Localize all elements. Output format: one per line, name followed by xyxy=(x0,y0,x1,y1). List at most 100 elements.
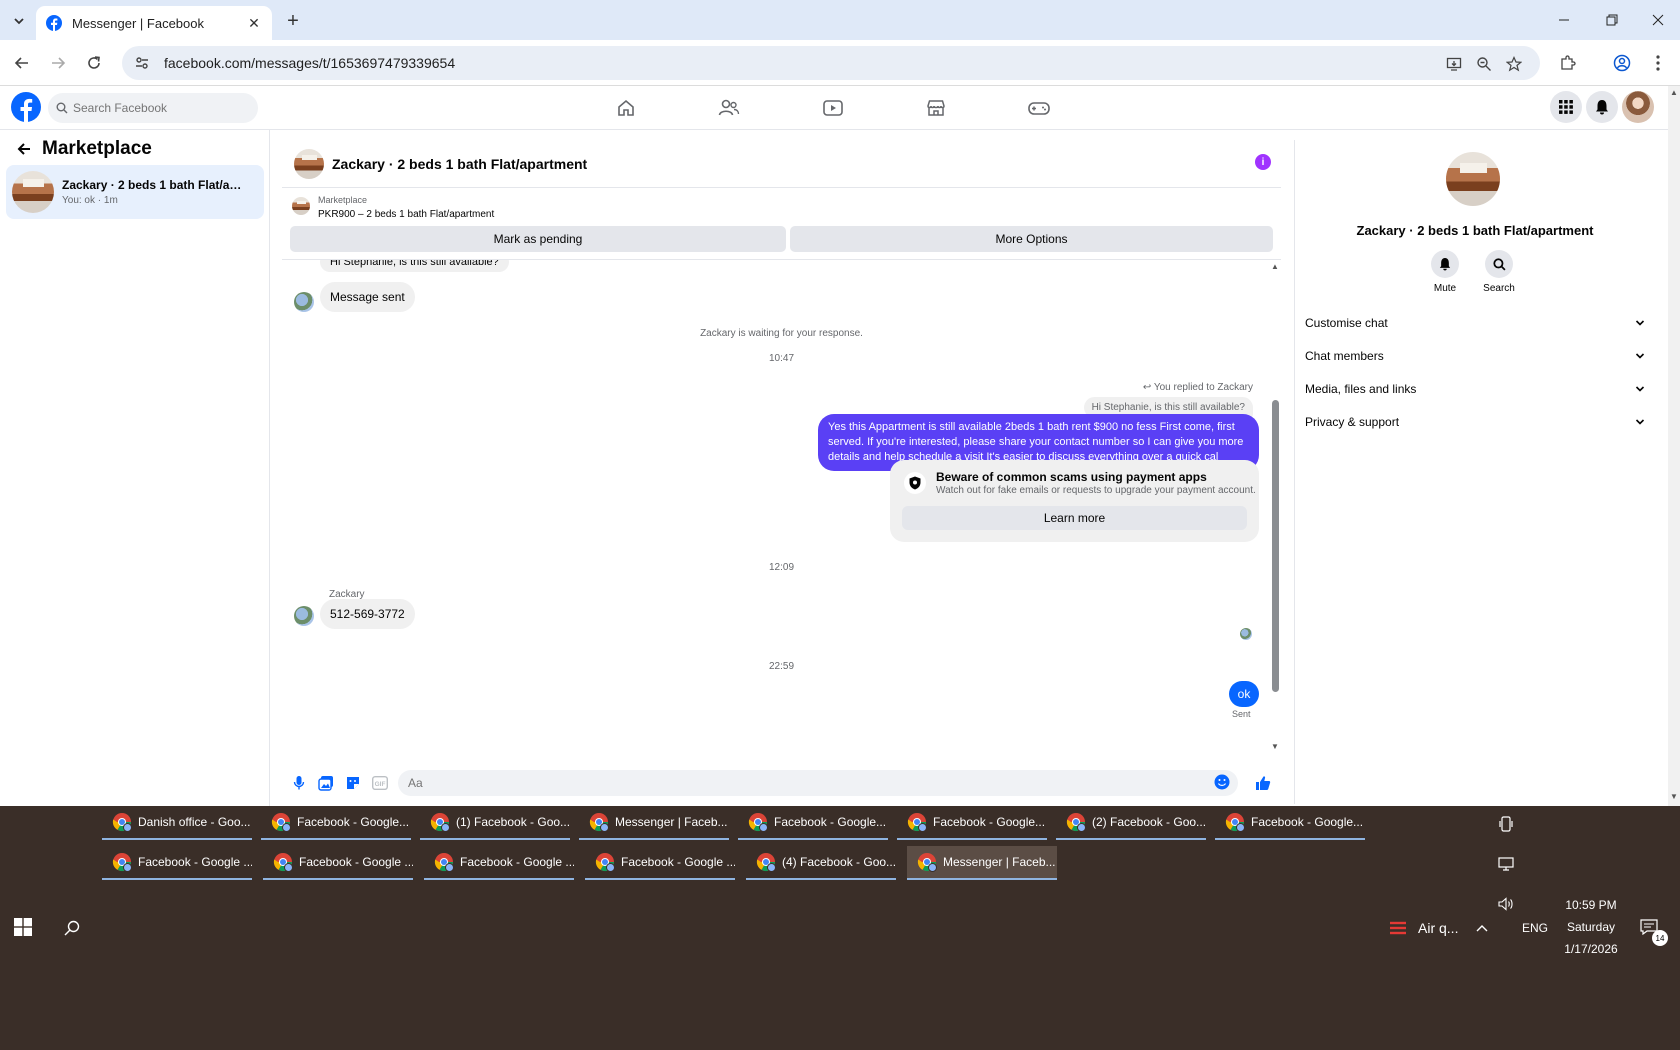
reply-note: ↩ You replied to Zackary xyxy=(1142,382,1253,393)
gaming-icon[interactable] xyxy=(1026,96,1052,120)
chevron-up-icon[interactable] xyxy=(1474,918,1490,938)
bookmark-star-icon[interactable] xyxy=(1504,54,1524,74)
scrollbar-thumb[interactable] xyxy=(1272,400,1279,692)
back-arrow-icon[interactable] xyxy=(10,51,34,75)
thumbs-up-icon[interactable] xyxy=(1253,774,1273,792)
system-clock[interactable]: 10:59 PM Saturday 1/17/2026 xyxy=(1526,894,1656,960)
marketplace-header: Marketplace xyxy=(14,138,152,160)
address-bar[interactable]: facebook.com/messages/t/1653697479339654 xyxy=(122,46,1540,80)
facebook-favicon-icon xyxy=(46,15,62,31)
facebook-search-box[interactable] xyxy=(48,93,258,123)
taskbar-window-item[interactable]: Facebook - Google ... xyxy=(263,846,413,880)
taskbar-window-item[interactable]: Facebook - Google ... xyxy=(102,846,252,880)
search-conversation-button[interactable]: Search xyxy=(1479,250,1519,294)
taskbar-window-item[interactable]: Facebook - Google... xyxy=(738,806,888,840)
video-icon[interactable] xyxy=(820,96,846,120)
facebook-logo-icon[interactable] xyxy=(11,92,41,122)
browser-menu-icon[interactable] xyxy=(1646,51,1670,75)
learn-more-button[interactable]: Learn more xyxy=(902,506,1247,530)
site-settings-icon[interactable] xyxy=(132,53,152,73)
chat-members-section[interactable]: Chat members xyxy=(1305,343,1645,369)
taskbar-window-item[interactable]: Facebook - Google... xyxy=(1215,806,1365,840)
scroll-up-icon[interactable]: ▲ xyxy=(1271,262,1279,271)
desktop-icon[interactable] xyxy=(1496,854,1516,874)
shield-icon xyxy=(904,472,926,494)
facebook-search-input[interactable] xyxy=(73,101,243,115)
taskbar-window-item[interactable]: (1) Facebook - Goo... xyxy=(420,806,570,840)
reply-arrow-icon: ↩ xyxy=(1142,382,1154,393)
weather-text[interactable]: Air q... xyxy=(1418,918,1458,938)
device-icon[interactable] xyxy=(1496,814,1516,834)
info-icon[interactable]: i xyxy=(1255,154,1271,170)
sender-avatar[interactable] xyxy=(294,292,314,312)
restore-button[interactable] xyxy=(1592,8,1632,32)
media-files-links-section[interactable]: Media, files and links xyxy=(1305,376,1645,402)
new-tab-button[interactable]: + xyxy=(282,10,304,32)
taskbar-window-item[interactable]: (4) Facebook - Goo... xyxy=(746,846,896,880)
volume-icon[interactable] xyxy=(1496,894,1516,914)
home-icon[interactable] xyxy=(613,96,639,120)
taskbar-window-item[interactable]: Danish office - Goo... xyxy=(102,806,252,840)
chat-title[interactable]: Zackary · 2 beds 1 bath Flat/apartment xyxy=(332,156,587,172)
sticker-icon[interactable] xyxy=(344,774,362,792)
chat-thumbnail[interactable] xyxy=(294,148,324,179)
friends-icon[interactable] xyxy=(716,96,742,120)
search-icon xyxy=(1485,250,1513,278)
windows-start-icon[interactable] xyxy=(14,918,34,938)
taskbar-window-item[interactable]: Facebook - Google ... xyxy=(424,846,574,880)
chrome-icon xyxy=(112,852,132,872)
mute-button[interactable]: Mute xyxy=(1425,250,1465,294)
message-input[interactable] xyxy=(408,776,1188,790)
scam-warning-card: Beware of common scams using payment app… xyxy=(890,460,1259,542)
profile-icon[interactable] xyxy=(1610,51,1634,75)
sender-avatar[interactable] xyxy=(294,606,314,626)
privacy-support-section[interactable]: Privacy & support xyxy=(1305,409,1645,435)
scroll-up-icon[interactable]: ▲ xyxy=(1670,88,1678,97)
taskbar-window-item[interactable]: Messenger | Faceb... xyxy=(907,846,1057,880)
browser-tab-messenger[interactable]: Messenger | Facebook ✕ xyxy=(36,6,272,40)
conversation-item[interactable]: Zackary · 2 beds 1 bath Flat/apartment Y… xyxy=(6,165,264,219)
minimize-button[interactable] xyxy=(1544,8,1584,32)
gif-icon[interactable]: GIF xyxy=(371,774,389,792)
chrome-icon xyxy=(271,812,291,832)
forward-arrow-icon[interactable] xyxy=(46,51,70,75)
install-app-icon[interactable] xyxy=(1444,54,1464,74)
outgoing-message-bubble: ok xyxy=(1229,681,1259,707)
message-input-box[interactable] xyxy=(398,770,1238,796)
mark-as-pending-button[interactable]: Mark as pending xyxy=(290,226,786,252)
taskbar-window-item[interactable]: Messenger | Faceb... xyxy=(579,806,729,840)
notifications-bell-icon[interactable] xyxy=(1586,91,1618,123)
scroll-down-icon[interactable]: ▼ xyxy=(1670,792,1678,801)
message-list[interactable]: Hi Stephanie, is this still available? M… xyxy=(282,260,1281,752)
scroll-down-icon[interactable]: ▼ xyxy=(1271,742,1279,751)
marketplace-icon[interactable] xyxy=(923,96,949,120)
taskbar-window-item[interactable]: Facebook - Google... xyxy=(261,806,411,840)
menu-grid-icon[interactable] xyxy=(1550,91,1582,123)
message-scrollbar[interactable]: ▲ ▼ xyxy=(1269,260,1281,752)
taskbar-window-item[interactable]: Facebook - Google ... xyxy=(585,846,735,880)
air-quality-icon[interactable] xyxy=(1386,916,1410,940)
close-window-button[interactable] xyxy=(1638,8,1678,32)
url-text[interactable]: facebook.com/messages/t/1653697479339654 xyxy=(164,55,455,71)
reload-icon[interactable] xyxy=(82,51,106,75)
taskbar-window-item[interactable]: (2) Facebook - Goo... xyxy=(1056,806,1206,840)
emoji-icon[interactable] xyxy=(1214,774,1230,790)
customise-chat-section[interactable]: Customise chat xyxy=(1305,310,1645,336)
details-thumbnail xyxy=(1446,152,1500,206)
back-arrow-icon[interactable] xyxy=(14,139,34,159)
more-options-button[interactable]: More Options xyxy=(790,226,1273,252)
zoom-icon[interactable] xyxy=(1474,54,1494,74)
taskbar-window-item[interactable]: Facebook - Google... xyxy=(897,806,1047,840)
tab-title: Messenger | Facebook xyxy=(72,15,204,31)
tab-search-chevron-icon[interactable] xyxy=(8,10,30,32)
photo-icon[interactable] xyxy=(317,774,335,792)
microphone-icon[interactable] xyxy=(290,774,308,792)
chrome-icon xyxy=(756,852,776,872)
chrome-icon xyxy=(595,852,615,872)
page-scrollbar[interactable]: ▲ ▼ xyxy=(1668,86,1680,806)
extensions-puzzle-icon[interactable] xyxy=(1556,51,1580,75)
listing-title[interactable]: PKR900 – 2 beds 1 bath Flat/apartment xyxy=(318,209,494,220)
search-icon[interactable] xyxy=(62,918,82,938)
tab-close-icon[interactable]: ✕ xyxy=(246,15,262,31)
profile-avatar[interactable] xyxy=(1622,91,1654,123)
